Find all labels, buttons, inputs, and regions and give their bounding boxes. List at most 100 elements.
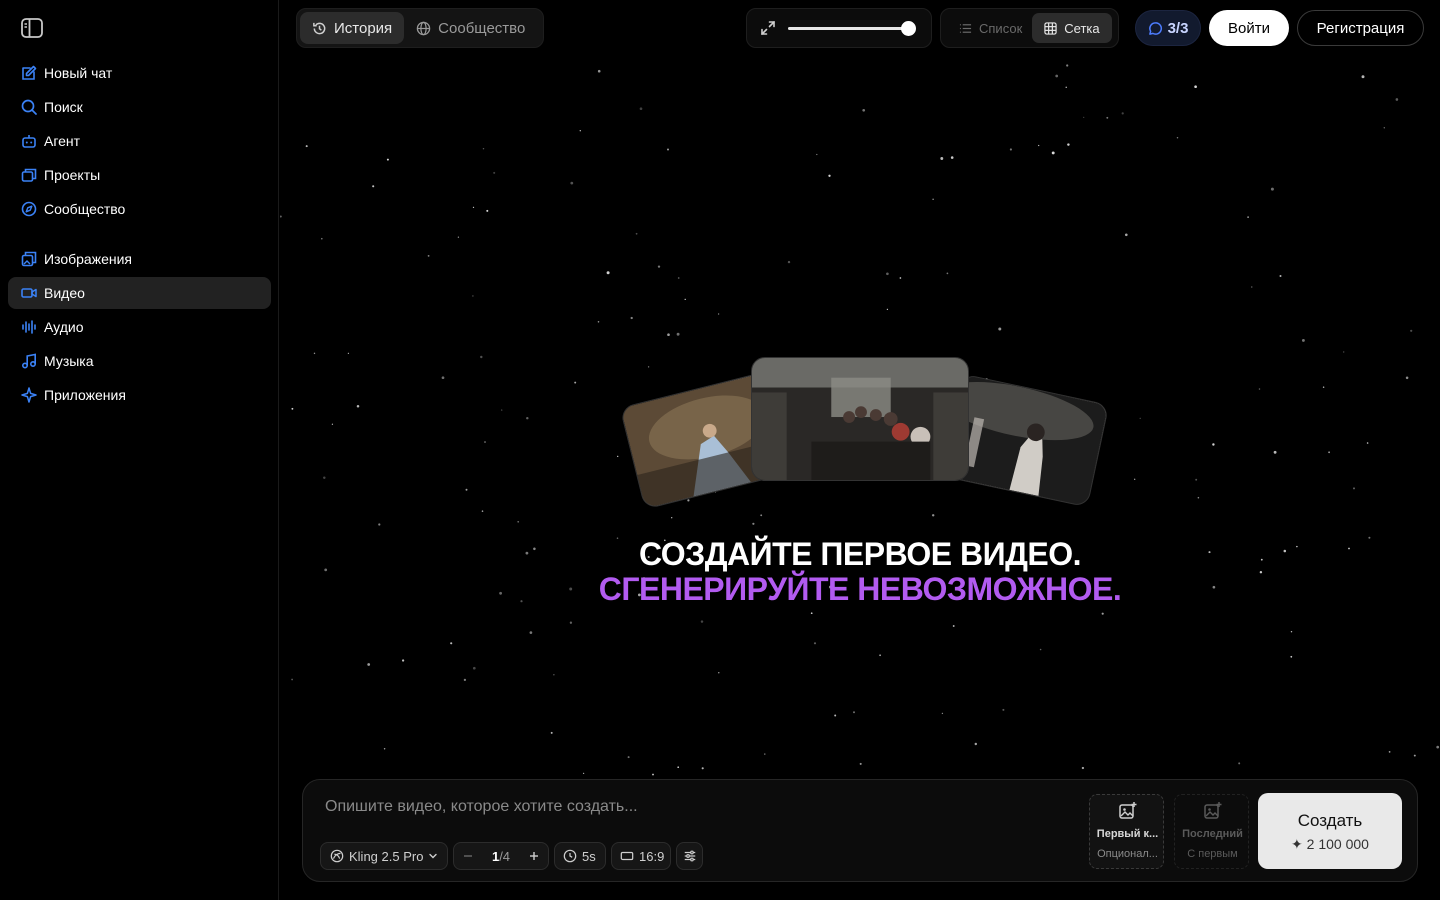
star <box>717 313 720 315</box>
zoom-control <box>746 8 932 48</box>
star <box>1067 143 1070 146</box>
star <box>1197 496 1200 499</box>
sidebar-toggle-icon[interactable] <box>21 18 43 38</box>
create-button-label: Создать <box>1297 811 1363 830</box>
star <box>950 156 954 159</box>
view-list-button[interactable]: Список <box>945 13 1032 43</box>
star <box>787 260 791 264</box>
star <box>472 295 474 297</box>
star <box>597 69 601 73</box>
star <box>1279 275 1282 277</box>
sidebar-item-community[interactable]: Сообщество <box>8 193 271 225</box>
music-note-icon <box>20 353 37 370</box>
view-grid-button[interactable]: Сетка <box>1032 13 1112 43</box>
star <box>932 198 934 200</box>
register-button[interactable]: Регистрация <box>1297 10 1424 46</box>
star <box>597 321 600 323</box>
sidebar-item-label: Сообщество <box>44 201 126 217</box>
message-counter-badge[interactable]: 3/3 <box>1135 10 1201 46</box>
minus-icon[interactable] <box>462 850 474 862</box>
star <box>1290 630 1293 633</box>
add-image-icon <box>1204 802 1222 819</box>
star <box>886 308 889 311</box>
star <box>1212 443 1215 446</box>
star <box>1366 442 1369 444</box>
sidebar-nav: Новый чат Поиск Агент Проекты Сообщество… <box>8 57 271 413</box>
star <box>1121 112 1124 115</box>
sidebar-item-video[interactable]: Видео <box>8 277 271 309</box>
star <box>383 748 386 750</box>
star <box>1348 547 1350 550</box>
star <box>606 271 610 275</box>
star <box>974 742 978 746</box>
zoom-slider[interactable] <box>788 21 916 36</box>
tab-community[interactable]: Сообщество <box>404 12 537 44</box>
first-frame-subtitle: Опционал... <box>1097 848 1158 860</box>
star <box>1301 338 1305 342</box>
sidebar-item-new-chat[interactable]: Новый чат <box>8 57 271 89</box>
create-button[interactable]: Создать ✦ 2 100 000 <box>1258 793 1402 869</box>
sidebar-divider <box>8 227 271 243</box>
star <box>582 772 585 775</box>
star <box>553 674 555 676</box>
sidebar-item-apps[interactable]: Приложения <box>8 379 271 411</box>
folders-icon <box>20 167 37 184</box>
star <box>1388 751 1391 753</box>
view-toggle: Список Сетка <box>940 8 1119 48</box>
star <box>323 476 326 480</box>
star <box>677 277 680 279</box>
video-icon <box>20 285 37 302</box>
star <box>1405 376 1409 380</box>
tab-history[interactable]: История <box>300 12 405 44</box>
star <box>313 352 316 355</box>
star <box>853 711 855 714</box>
model-name: Kling 2.5 Pro <box>349 848 424 864</box>
sidebar-item-agent[interactable]: Агент <box>8 125 271 157</box>
sidebar-item-label: Приложения <box>44 387 126 403</box>
star <box>1195 478 1198 481</box>
model-selector[interactable]: Kling 2.5 Pro <box>320 842 448 870</box>
star <box>1055 74 1059 78</box>
star <box>526 416 529 420</box>
expand-icon[interactable] <box>760 20 776 36</box>
star <box>666 148 670 151</box>
sidebar-item-label: Музыка <box>44 353 94 369</box>
star <box>574 381 577 384</box>
star <box>1247 216 1249 218</box>
duration-selector[interactable]: 5s <box>554 842 606 870</box>
last-frame-upload[interactable]: Последний С первым <box>1174 794 1249 869</box>
hero-subtitle: СГЕНЕРИРУЙТЕ НЕВОЗМОЖНОЕ. <box>598 571 1122 607</box>
star <box>463 678 467 682</box>
star <box>1083 116 1085 119</box>
star <box>1106 116 1109 119</box>
sidebar-item-audio[interactable]: Аудио <box>8 311 271 343</box>
plus-icon[interactable] <box>528 850 540 862</box>
star <box>1081 766 1085 770</box>
view-list-label: Список <box>979 20 1023 36</box>
advanced-settings-button[interactable] <box>676 842 703 870</box>
sidebar-item-music[interactable]: Музыка <box>8 345 271 377</box>
login-button[interactable]: Войти <box>1209 10 1289 46</box>
sidebar-item-projects[interactable]: Проекты <box>8 159 271 191</box>
star <box>472 666 476 670</box>
zoom-slider-thumb[interactable] <box>901 21 916 36</box>
prompt-input[interactable] <box>325 796 1085 818</box>
star <box>816 153 818 156</box>
robot-icon <box>20 133 37 150</box>
message-counter-value: 3/3 <box>1167 19 1189 37</box>
star <box>499 591 503 595</box>
sidebar-item-images[interactable]: Изображения <box>8 243 271 275</box>
star <box>450 642 453 645</box>
star <box>1194 85 1197 89</box>
aspect-ratio-selector[interactable]: 16:9 <box>611 842 671 870</box>
first-frame-upload[interactable]: Первый к... Опционал... <box>1089 794 1164 869</box>
sidebar-item-label: Проекты <box>44 167 101 183</box>
star <box>1322 386 1325 388</box>
star <box>1208 551 1211 554</box>
star <box>652 773 654 776</box>
sidebar-item-search[interactable]: Поиск <box>8 91 271 123</box>
list-icon <box>959 23 972 33</box>
star <box>517 520 520 523</box>
star <box>493 171 496 174</box>
star <box>718 672 720 674</box>
